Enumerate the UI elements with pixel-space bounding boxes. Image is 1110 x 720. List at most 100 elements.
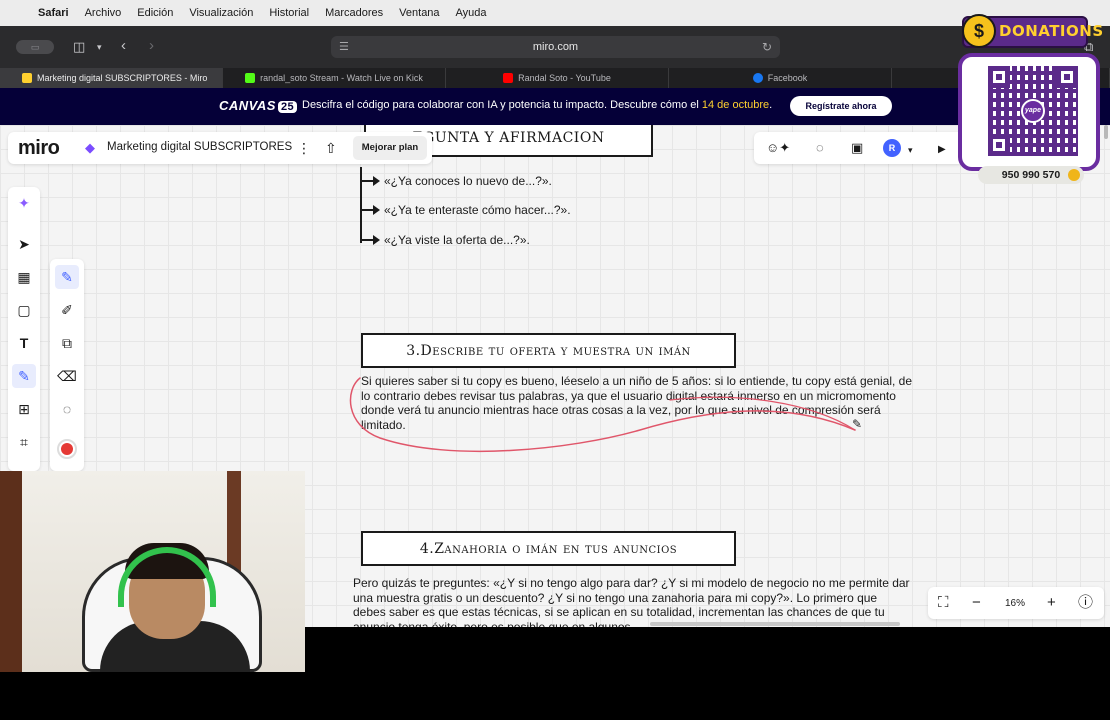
donations-label: DONATIONS: [999, 22, 1104, 40]
menu-ayuda[interactable]: Ayuda: [456, 7, 487, 19]
webcam-overlay: [0, 471, 305, 672]
menu-historial[interactable]: Historial: [269, 7, 309, 19]
qr-card: yape: [958, 53, 1100, 171]
menu-safari[interactable]: Safari: [38, 7, 69, 19]
banner-text: Descifra el código para colaborar con IA…: [302, 99, 773, 111]
facebook-icon: [752, 73, 763, 83]
collaboration-panel: ☺✦ ◌ ▣ R ▾ ▶: [754, 132, 964, 164]
smart-draw-icon[interactable]: ⧉: [55, 331, 79, 355]
bullet-item[interactable]: «¿Ya conoces lo nuevo de...?».: [362, 174, 552, 188]
youtube-icon: [503, 73, 514, 83]
text-tool-icon[interactable]: T: [12, 331, 36, 355]
webcam-background-door: [0, 471, 22, 672]
lasso-icon[interactable]: ◌: [55, 397, 79, 421]
ai-sparkle-icon[interactable]: ✦: [12, 191, 36, 215]
more-options-icon[interactable]: ⋮: [297, 140, 311, 156]
select-cursor-icon[interactable]: ➤: [12, 232, 36, 256]
main-toolbar: ✦ ➤ ▦ ▢ T ✎ ⊞ ⌗: [8, 187, 40, 471]
canvas-logo: CANVAS 25: [219, 98, 298, 113]
menu-archivo[interactable]: Archivo: [85, 7, 122, 19]
sticky-note-icon[interactable]: ▢: [12, 298, 36, 322]
section-title: 3.Describe tu oferta y muestra un imán: [406, 342, 691, 359]
tab-facebook[interactable]: Facebook: [669, 68, 892, 88]
reactions-icon[interactable]: ☺✦: [766, 140, 790, 156]
sidebar-icon[interactable]: ◫: [73, 40, 85, 54]
bullet-item[interactable]: «¿Ya viste la oferta de...?».: [362, 233, 530, 247]
section-title: 4.Zanahoria o imán en tus anuncios: [419, 540, 678, 557]
upgrade-plan-button[interactable]: Mejorar plan: [353, 136, 427, 160]
zoom-in-icon[interactable]: +: [1047, 594, 1056, 612]
tab-title: Randal Soto - YouTube: [518, 73, 611, 83]
tab-title: Facebook: [767, 73, 808, 83]
pen-icon[interactable]: ✎: [55, 265, 79, 289]
tab-kick[interactable]: randal_soto Stream - Watch Live on Kick: [223, 68, 446, 88]
tab-title: Marketing digital SUBSCRIPTORES - Miro: [37, 73, 208, 83]
frame-icon[interactable]: ⌗: [12, 430, 36, 454]
freehand-annotation[interactable]: [340, 370, 880, 460]
arrow-icon: [362, 235, 380, 245]
section-title: EGUNTA Y AFIRMACION: [412, 130, 605, 146]
phone-number: 950 990 570: [978, 166, 1084, 184]
eraser-icon[interactable]: ⌫: [55, 364, 79, 388]
comments-icon[interactable]: ◌: [816, 140, 824, 156]
tab-miro[interactable]: Marketing digital SUBSCRIPTORES - Miro: [0, 68, 223, 88]
qr-code: yape: [988, 66, 1078, 156]
present-icon[interactable]: ▶: [938, 142, 946, 158]
kick-icon: [245, 73, 256, 83]
yape-logo: yape: [1021, 99, 1045, 123]
register-button[interactable]: Regístrate ahora: [790, 96, 892, 116]
arrow-icon: [362, 205, 380, 215]
tab-youtube[interactable]: Randal Soto - YouTube: [446, 68, 669, 88]
safari-toolbar: ▭ ◫ ▾ ‹ › ☰ miro.com ↻ ⧉: [0, 26, 1110, 68]
miro-icon: [22, 73, 32, 83]
forward-icon[interactable]: ›: [149, 38, 154, 53]
screen: Safari Archivo Edición Visualización His…: [0, 0, 1110, 720]
board-icon: ◆: [85, 140, 95, 155]
tab-group-pill[interactable]: ▭: [16, 40, 54, 54]
help-icon[interactable]: ⓘ: [1078, 594, 1093, 612]
board-header-panel: miro ◆ Marketing digital SUBSCRIPTORES ⋮…: [8, 132, 432, 164]
back-icon[interactable]: ‹: [121, 38, 126, 53]
pen-options-toolbar: ✎ ✐ ⧉ ⌫ ◌: [50, 259, 84, 471]
arrow-icon: [362, 176, 380, 186]
zoom-out-icon[interactable]: −: [972, 594, 981, 612]
highlighter-icon[interactable]: ✐: [55, 298, 79, 322]
url-text: miro.com: [532, 41, 579, 53]
qr-finder: [988, 66, 1010, 88]
section-heading[interactable]: 4.Zanahoria o imán en tus anuncios: [361, 531, 736, 566]
color-picker-red[interactable]: [57, 439, 77, 459]
zoom-level[interactable]: 16%: [1000, 598, 1030, 609]
fit-screen-icon[interactable]: ⛶: [938, 594, 949, 612]
pen-tool-icon[interactable]: ✎: [12, 364, 36, 388]
qr-finder: [1056, 66, 1078, 88]
templates-icon[interactable]: ▦: [12, 265, 36, 289]
address-bar[interactable]: ☰ miro.com ↻: [331, 36, 780, 58]
section-heading[interactable]: 3.Describe tu oferta y muestra un imán: [361, 333, 736, 368]
vertical-scrollbar[interactable]: [1104, 125, 1108, 139]
board-name[interactable]: Marketing digital SUBSCRIPTORES: [107, 141, 292, 153]
dollar-coin-icon: $: [962, 14, 996, 48]
menu-visualizacion[interactable]: Visualización: [189, 7, 253, 19]
menu-marcadores[interactable]: Marcadores: [325, 7, 383, 19]
share-export-icon[interactable]: ⇧: [325, 140, 337, 156]
banner-date: 14 de octubre: [701, 99, 770, 111]
tab-title: randal_soto Stream - Watch Live on Kick: [260, 73, 423, 83]
menu-ventana[interactable]: Ventana: [399, 7, 439, 19]
tab-bar: Marketing digital SUBSCRIPTORES - Miro r…: [0, 68, 1110, 88]
promo-banner: CANVAS 25 Descifra el código para colabor…: [0, 88, 1110, 125]
apps-icon[interactable]: ⊞: [12, 397, 36, 421]
section-body[interactable]: Pero quizás te preguntes: «¿Y si no teng…: [353, 576, 913, 627]
coin-icon: [1068, 169, 1080, 181]
bullet-item[interactable]: «¿Ya te enteraste cómo hacer...?».: [362, 203, 571, 217]
qr-finder: [988, 134, 1010, 156]
video-call-icon[interactable]: ▣: [851, 140, 863, 156]
menu-edicion[interactable]: Edición: [137, 7, 173, 19]
chevron-down-icon[interactable]: ▾: [908, 142, 913, 158]
chevron-down-icon[interactable]: ▾: [97, 40, 102, 54]
reload-icon[interactable]: ↻: [762, 36, 772, 58]
page-settings-icon[interactable]: ☰: [339, 36, 349, 58]
avatar[interactable]: R: [883, 139, 901, 157]
miro-logo[interactable]: miro: [18, 137, 60, 160]
pen-cursor-icon: ✎: [852, 417, 863, 431]
horizontal-scrollbar[interactable]: [650, 622, 900, 626]
